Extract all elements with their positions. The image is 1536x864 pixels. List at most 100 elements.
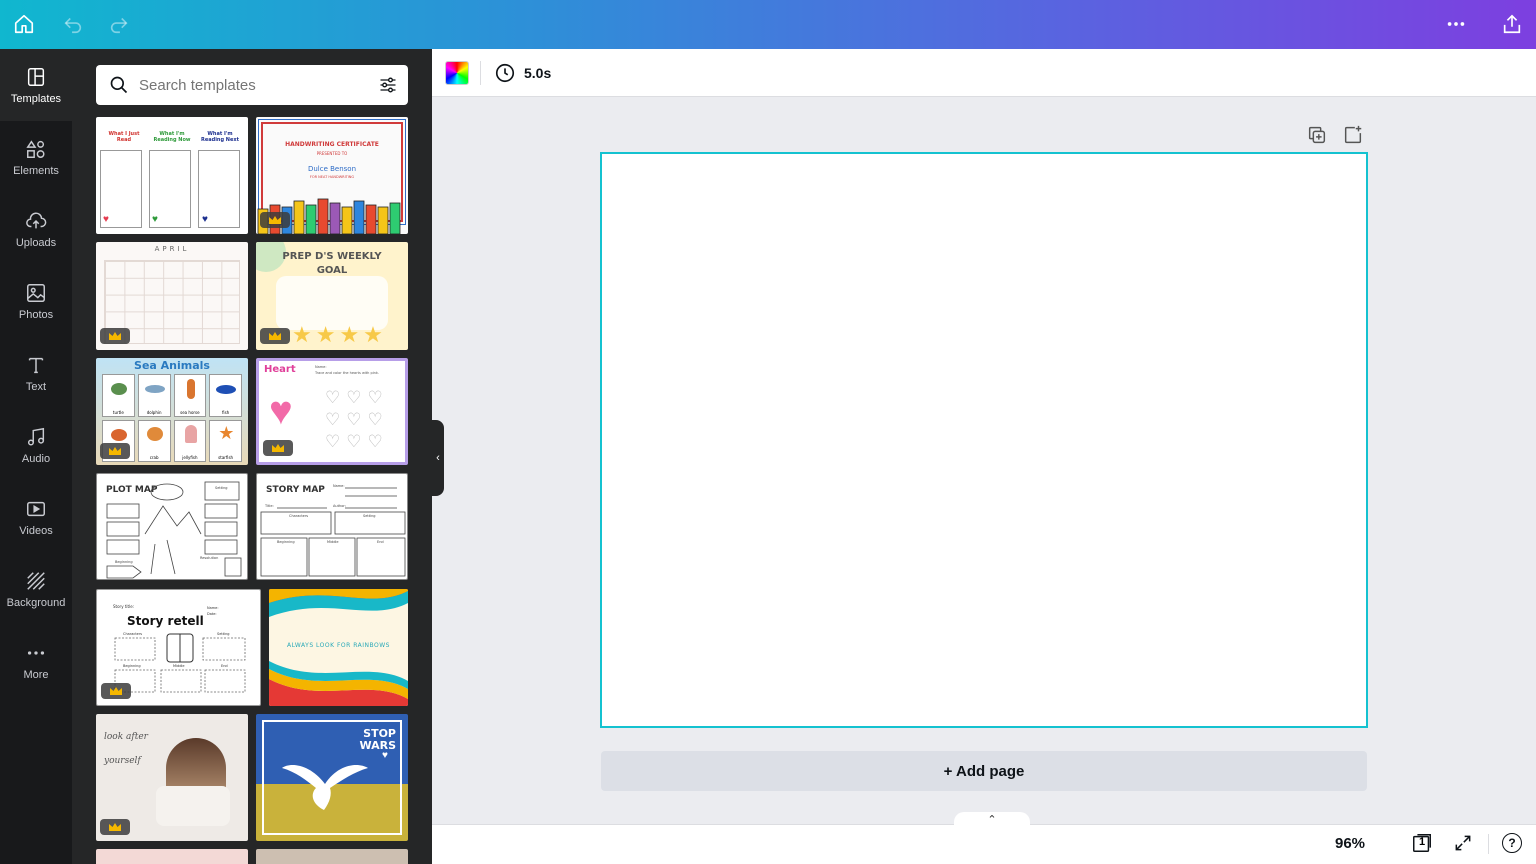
dolphin-illustration xyxy=(144,385,165,393)
elements-icon xyxy=(26,139,45,158)
template-card[interactable]: STORY MAP Name: Title: Author: Character… xyxy=(256,473,408,580)
animal-card: jellyfish xyxy=(173,419,207,462)
help-button[interactable]: ? xyxy=(1501,832,1523,854)
more-options-button[interactable] xyxy=(1440,8,1472,40)
rail-item-uploads[interactable]: Uploads xyxy=(0,193,72,265)
rail-label: Videos xyxy=(19,524,53,537)
premium-badge xyxy=(260,328,290,344)
more-icon xyxy=(1447,22,1465,26)
heart-icon: ♥ xyxy=(103,214,109,225)
crown-icon xyxy=(109,823,121,831)
chevron-up-icon: ⌃ xyxy=(987,813,997,826)
rail-item-photos[interactable]: Photos xyxy=(0,265,72,337)
duplicate-page-icon[interactable] xyxy=(1306,124,1328,146)
page-count: 1 xyxy=(1419,836,1426,848)
template-card[interactable] xyxy=(256,849,408,864)
premium-badge xyxy=(100,819,130,835)
help-icon: ? xyxy=(1502,833,1522,853)
rail-label: Background xyxy=(6,596,66,609)
design-canvas[interactable] xyxy=(600,152,1368,728)
template-name: Dulce Benson xyxy=(307,165,357,173)
rail-item-videos[interactable]: Videos xyxy=(0,481,72,553)
audio-icon xyxy=(27,427,45,446)
rail-item-text[interactable]: Text xyxy=(0,337,72,409)
template-title: HANDWRITING CERTIFICATE xyxy=(285,141,379,148)
template-title: ALWAYS LOOK FOR RAINBOWS xyxy=(287,642,390,649)
rail-item-templates[interactable]: Templates xyxy=(0,49,72,121)
template-card[interactable]: PLOT MAP Setting Beginning Resolution xyxy=(96,473,248,580)
animal-label: sea horse xyxy=(180,409,200,415)
heart-icon: ♥ xyxy=(152,214,158,225)
template-card[interactable]: HANDWRITING CERTIFICATE PRESENTED TO Dul… xyxy=(256,117,408,234)
share-button[interactable] xyxy=(1496,8,1528,40)
show-pages-button[interactable]: ⌃ xyxy=(954,812,1030,826)
animal-card: sea horse xyxy=(173,374,207,417)
template-text: yourself xyxy=(104,756,141,766)
heart-icon: ♥ xyxy=(202,214,208,225)
redo-button[interactable] xyxy=(103,8,135,40)
search-input[interactable] xyxy=(139,76,359,94)
animal-label: fish xyxy=(222,409,230,415)
color-picker-button[interactable] xyxy=(445,61,469,85)
star-icon: ★★★★ xyxy=(292,322,387,347)
crown-icon xyxy=(109,332,121,340)
add-page-icon[interactable] xyxy=(1342,124,1364,146)
template-heading: What I'm Reading Now xyxy=(153,131,191,143)
template-card[interactable]: look after yourself xyxy=(96,714,248,841)
animal-card: starfish ★ xyxy=(209,419,242,462)
rail-label: Text xyxy=(25,380,47,393)
premium-badge xyxy=(100,443,130,459)
search-box xyxy=(96,65,408,105)
side-rail: Templates Elements Uploads Photos Text A… xyxy=(0,49,72,864)
text-icon xyxy=(28,357,44,373)
rail-item-elements[interactable]: Elements xyxy=(0,121,72,193)
footer-bar xyxy=(432,824,1536,864)
more-icon xyxy=(27,650,45,655)
template-card[interactable]: APRIL xyxy=(96,242,248,350)
home-button[interactable] xyxy=(8,8,40,40)
filter-icon[interactable] xyxy=(378,75,398,95)
heart-icon: ♥ xyxy=(382,750,388,761)
template-heading: What I'm Reading Next xyxy=(201,131,239,143)
template-card[interactable]: STOP WARS ♥ xyxy=(256,714,408,841)
collapse-panel-button[interactable]: ‹ xyxy=(432,420,444,496)
template-card[interactable]: PREP D'S WEEKLY GOAL ★★★★ xyxy=(256,242,408,350)
premium-badge xyxy=(100,328,130,344)
page-count-button[interactable]: 1 xyxy=(1411,832,1433,854)
template-title: STOP WARS xyxy=(359,727,396,752)
expand-icon xyxy=(1455,835,1471,851)
animal-card: fish xyxy=(209,374,242,417)
zoom-level[interactable]: 96% xyxy=(1335,835,1365,852)
divider xyxy=(480,61,481,85)
template-card[interactable]: ALWAYS LOOK FOR RAINBOWS xyxy=(269,589,408,706)
add-page-button[interactable]: + Add page xyxy=(601,751,1367,791)
fish-illustration xyxy=(216,385,237,394)
template-card[interactable]: What I Just Read What I'm Reading Now Wh… xyxy=(96,117,248,234)
crown-icon xyxy=(269,216,281,224)
animal-label: dolphin xyxy=(146,409,162,415)
sweater-shape xyxy=(156,786,230,826)
template-card[interactable] xyxy=(96,849,248,864)
rail-item-background[interactable]: Background xyxy=(0,553,72,625)
seahorse-illustration xyxy=(186,379,195,399)
fullscreen-button[interactable] xyxy=(1452,832,1474,854)
rail-item-more[interactable]: More xyxy=(0,625,72,697)
background-icon xyxy=(27,571,45,590)
rail-item-audio[interactable]: Audio xyxy=(0,409,72,481)
template-heading: What I Just Read xyxy=(108,131,140,143)
clock-icon xyxy=(495,63,515,83)
template-title: Sea Animals xyxy=(134,359,210,372)
uploads-icon xyxy=(26,211,47,228)
videos-icon xyxy=(27,501,45,516)
templates-panel: What I Just Read What I'm Reading Now Wh… xyxy=(72,49,432,864)
plot-map-illustration xyxy=(106,481,242,579)
template-card[interactable]: Story title: Name: Date: Story retell Ch… xyxy=(96,589,261,706)
template-card[interactable]: Heart Name: Trace and color the hearts w… xyxy=(256,358,408,465)
animal-label: crab xyxy=(149,455,159,460)
undo-button[interactable] xyxy=(57,8,89,40)
template-card[interactable]: Sea Animals turtle dolphin sea horse fis… xyxy=(96,358,248,465)
template-title: APRIL xyxy=(154,245,190,253)
animal-label: starfish xyxy=(218,455,234,460)
rail-label: Audio xyxy=(21,452,51,465)
duration-button[interactable]: 5.0s xyxy=(494,61,551,85)
